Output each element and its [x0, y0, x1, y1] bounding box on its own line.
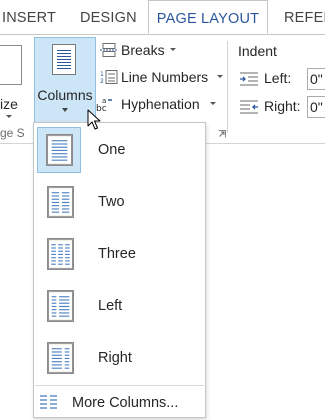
columns-dropdown-menu: One Two Three Left Right More Columns... [33, 122, 206, 418]
chevron-down-icon [6, 115, 12, 118]
chevron-down-icon [170, 48, 176, 51]
indent-left-row: Left: [240, 68, 306, 90]
size-button-label: ize [0, 96, 18, 112]
more-columns-icon [40, 395, 57, 409]
columns-option-left-iconbox [37, 283, 81, 329]
columns-option-three[interactable]: Three [35, 231, 204, 277]
columns-option-label: Left [98, 298, 123, 314]
columns-option-right[interactable]: Right [35, 335, 204, 381]
tab-page-layout[interactable]: PAGE LAYOUT [148, 0, 268, 34]
columns-option-one-highlight [37, 127, 81, 173]
one-column-icon [46, 134, 73, 166]
columns-icon [52, 44, 76, 75]
indent-right-label: Right: [264, 98, 301, 114]
indent-left-input[interactable]: 0" [307, 68, 325, 90]
columns-option-two[interactable]: Two [35, 179, 204, 225]
breaks-button[interactable]: Breaks [100, 39, 180, 61]
indent-right-input[interactable]: 0" [307, 96, 325, 118]
tab-insert[interactable]: INSERT [2, 0, 56, 34]
breaks-icon [100, 43, 118, 57]
page-setup-group-label: ge S [0, 126, 25, 140]
page-size-icon [0, 45, 22, 85]
columns-option-three-iconbox [37, 231, 81, 277]
line-numbers-label: Line Numbers [121, 69, 209, 85]
columns-option-label: One [98, 142, 126, 158]
chevron-down-icon [62, 108, 68, 112]
more-columns-item[interactable]: More Columns... [35, 389, 204, 415]
columns-option-label: Three [98, 246, 136, 262]
three-columns-icon [47, 238, 74, 270]
tab-design[interactable]: DESIGN [80, 0, 137, 34]
svg-text:1: 1 [100, 71, 104, 78]
columns-option-label: Two [98, 194, 125, 210]
hyphenation-button[interactable]: a bc Hyphenation [96, 93, 220, 115]
menu-divider [35, 385, 204, 386]
mouse-cursor-icon [87, 109, 101, 130]
line-numbers-icon: 1 2 [100, 70, 118, 84]
ribbon-tab-strip: INSERT DESIGN PAGE LAYOUT REFER [0, 0, 325, 35]
left-column-icon [47, 290, 74, 322]
columns-button-label: Columns [37, 87, 93, 103]
indent-left-label: Left: [264, 70, 292, 86]
indent-left-icon [240, 72, 258, 86]
tab-references[interactable]: REFER [284, 0, 325, 34]
two-columns-icon [47, 186, 74, 218]
more-columns-label: More Columns... [72, 395, 179, 411]
indent-group-title: Indent [238, 43, 277, 59]
columns-option-one[interactable]: One [35, 127, 204, 173]
breaks-label: Breaks [121, 42, 165, 58]
indent-right-icon [240, 100, 258, 114]
columns-option-right-iconbox [37, 335, 81, 381]
svg-text:2: 2 [100, 78, 104, 84]
chevron-down-icon [210, 102, 216, 105]
right-column-icon [47, 342, 74, 374]
line-numbers-button[interactable]: 1 2 Line Numbers [100, 66, 226, 88]
group-divider [227, 41, 228, 133]
chevron-down-icon [217, 75, 223, 78]
hyphenation-label: Hyphenation [121, 96, 200, 112]
columns-option-label: Right [98, 350, 132, 366]
indent-right-row: Right: [240, 96, 306, 118]
dialog-launcher-icon[interactable] [218, 130, 226, 138]
columns-option-left[interactable]: Left [35, 283, 204, 329]
columns-option-two-iconbox [37, 179, 81, 225]
